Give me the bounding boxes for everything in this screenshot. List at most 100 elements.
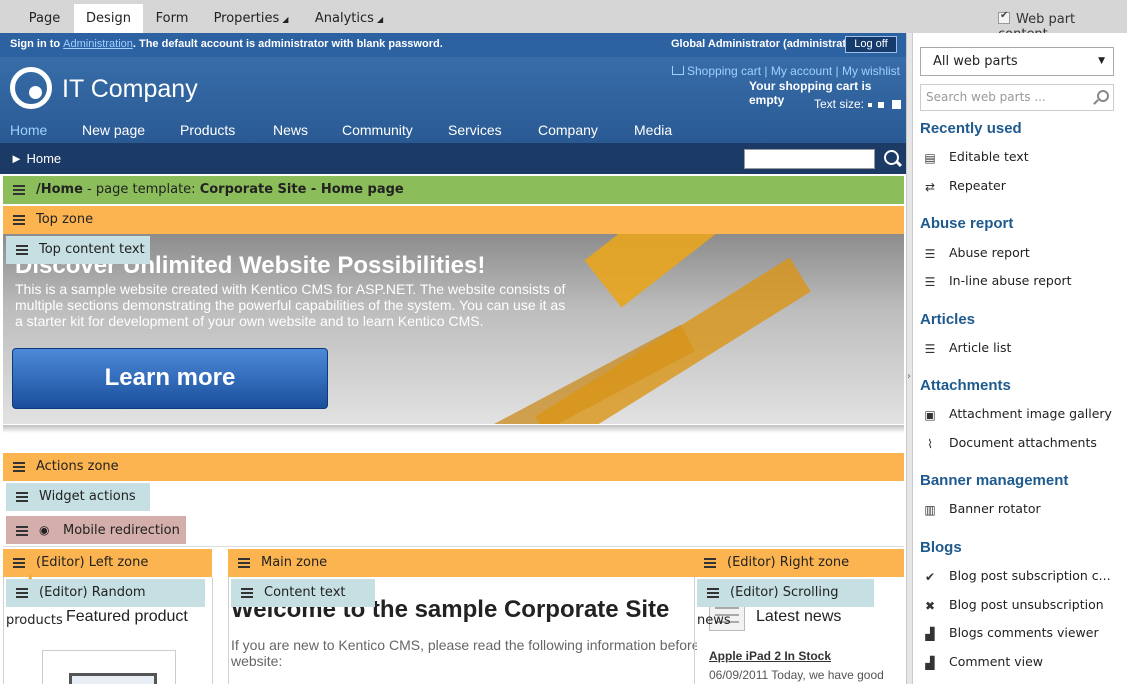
breadcrumb[interactable]: ► Home <box>10 151 61 166</box>
dropdown-caret-icon: ▼ <box>1098 56 1105 66</box>
random-products-webpart[interactable]: (Editor) Random products <box>6 579 205 628</box>
webpart-label: Editable text <box>949 149 1029 164</box>
intro-line: If you are new to Kentico CMS, please re… <box>231 637 697 653</box>
webpart-item[interactable]: ☰ Abuse report <box>923 243 1030 263</box>
product-image[interactable] <box>42 650 176 684</box>
webpart-item[interactable]: ▟ Comment view <box>923 652 1043 672</box>
menu-icon[interactable] <box>16 490 28 504</box>
site-logo-text[interactable]: IT Company <box>62 75 198 104</box>
dropdown-arrow-icon: ◢ <box>376 15 384 24</box>
menu-icon[interactable] <box>16 586 28 600</box>
featured-product-title: Featured product <box>66 608 188 625</box>
list-icon: ☰ <box>924 341 936 356</box>
list-icon: ☰ <box>924 274 936 289</box>
menu-icon[interactable] <box>238 556 250 570</box>
separator <box>3 577 4 684</box>
web-parts-toolbox: All web parts ▼ Search web parts ... Rece… <box>912 33 1127 684</box>
checkbox-checked-icon[interactable] <box>998 10 1010 24</box>
menu-icon[interactable] <box>16 524 28 538</box>
menu-icon[interactable] <box>707 586 719 600</box>
nav-news[interactable]: News <box>273 122 308 138</box>
news-item-link[interactable]: Apple iPad 2 In Stock <box>709 649 831 663</box>
page-template-bar[interactable]: /Home - page template: Corporate Site - … <box>3 176 904 204</box>
webpart-item[interactable]: ▥ Banner rotator <box>923 499 1041 519</box>
category-abuse-report: Abuse report <box>920 215 1014 232</box>
text-size-label: Text size: <box>814 97 865 111</box>
scrolling-news-webpart[interactable]: (Editor) Scrolling news <box>697 579 874 628</box>
menu-icon[interactable] <box>16 243 28 257</box>
menu-icon[interactable] <box>13 213 25 227</box>
tab-properties[interactable]: Properties ◢ <box>201 4 301 33</box>
category-attachments: Attachments <box>920 377 1011 394</box>
signin-suffix: . The default account is administrator w… <box>132 38 443 50</box>
template-path: /Home <box>36 182 83 197</box>
zone-title: Actions zone <box>36 459 119 474</box>
nav-community[interactable]: Community <box>342 122 413 138</box>
mobile-redirection-webpart[interactable]: ◉ Mobile redirection <box>6 516 186 544</box>
banner-body: This is a sample website created with Ke… <box>15 281 566 329</box>
tab-analytics[interactable]: Analytics ◢ <box>304 4 394 33</box>
top-zone-bar[interactable]: Top zone <box>3 206 904 234</box>
page-design-canvas: Sign in to Administration. The default a… <box>0 33 912 684</box>
webpart-item[interactable]: ☰ Article list <box>923 338 1012 358</box>
webpart-label: Blog post subscription c... <box>949 568 1111 583</box>
search-icon[interactable] <box>883 149 903 169</box>
learn-more-button[interactable]: Learn more <box>12 348 328 409</box>
breadcrumb-bar: ► Home <box>0 143 906 174</box>
web-part-search-input[interactable]: Search web parts ... <box>920 84 1114 111</box>
logoff-button[interactable]: Log off <box>845 36 897 53</box>
webpart-item[interactable]: ▟ Blogs comments viewer <box>923 623 1098 643</box>
tab-page[interactable]: Page <box>15 4 74 33</box>
zone-title: Top zone <box>36 212 94 227</box>
content-text-webpart[interactable]: Content text <box>231 579 375 607</box>
webpart-label: Repeater <box>949 178 1006 193</box>
main-zone-bar[interactable]: Main zone <box>228 549 694 577</box>
cart-links-text[interactable]: Shopping cart | My account | My wishlist <box>687 64 900 78</box>
logo-icon[interactable] <box>10 67 52 109</box>
webpart-item[interactable]: ✖ Blog post unsubscription <box>923 595 1104 615</box>
top-tab-bar: Page Design Form Properties ◢ Analytics ◢ <box>0 0 912 33</box>
text-size-control: Text size: <box>814 97 902 111</box>
web-part-category-select[interactable]: All web parts ▼ <box>920 47 1114 76</box>
current-user: Global Administrator (administrator) <box>671 38 861 50</box>
tab-design[interactable]: Design <box>74 4 143 33</box>
actions-zone-bar[interactable]: Actions zone <box>3 453 904 481</box>
menu-icon[interactable] <box>13 460 25 474</box>
nav-media[interactable]: Media <box>634 122 672 138</box>
site-search-input[interactable] <box>744 149 875 169</box>
nav-company[interactable]: Company <box>538 122 598 138</box>
layers-icon: ▥ <box>924 502 936 517</box>
webpart-title: Widget actions <box>39 489 136 504</box>
right-zone-bar[interactable]: (Editor) Right zone <box>694 549 904 577</box>
nav-new-page[interactable]: New page <box>82 122 145 138</box>
nav-products[interactable]: Products <box>180 122 235 138</box>
webpart-item[interactable]: ⇄ Repeater <box>923 176 1006 196</box>
nav-home[interactable]: Home <box>10 122 47 138</box>
top-content-text-webpart[interactable]: Top content text <box>6 236 150 264</box>
menu-icon[interactable] <box>241 586 253 600</box>
news-item-summary: 06/09/2011 Today, we have good <box>709 668 884 682</box>
webpart-item[interactable]: ⌇ Document attachments <box>923 433 1097 453</box>
comments-icon: ▟ <box>925 626 935 641</box>
tab-form[interactable]: Form <box>143 4 201 33</box>
text-size-large-icon[interactable] <box>892 100 902 110</box>
cart-links[interactable]: Shopping cart | My account | My wishlist <box>672 64 900 78</box>
text-size-medium-icon[interactable] <box>878 101 885 108</box>
webpart-item[interactable]: ✔ Blog post subscription c... <box>923 566 1111 586</box>
widget-actions-webpart[interactable]: Widget actions <box>6 483 150 511</box>
text-size-small-icon[interactable] <box>868 102 873 107</box>
webpart-label: Document attachments <box>949 435 1097 450</box>
webpart-title: Content text <box>264 585 346 600</box>
administration-link[interactable]: Administration <box>63 38 133 50</box>
search-icon[interactable] <box>1093 90 1109 104</box>
image-icon: ▣ <box>924 407 936 422</box>
tab-label: Page <box>28 11 61 26</box>
webpart-label: Article list <box>949 340 1012 355</box>
webpart-label: Banner rotator <box>949 501 1041 516</box>
menu-icon[interactable] <box>704 556 716 570</box>
nav-services[interactable]: Services <box>448 122 502 138</box>
webpart-item[interactable]: ☰ In-line abuse report <box>923 271 1072 291</box>
webpart-item[interactable]: ▣ Attachment image gallery <box>923 404 1112 424</box>
menu-icon[interactable] <box>13 183 25 197</box>
webpart-item[interactable]: ▤ Editable text <box>923 147 1029 167</box>
